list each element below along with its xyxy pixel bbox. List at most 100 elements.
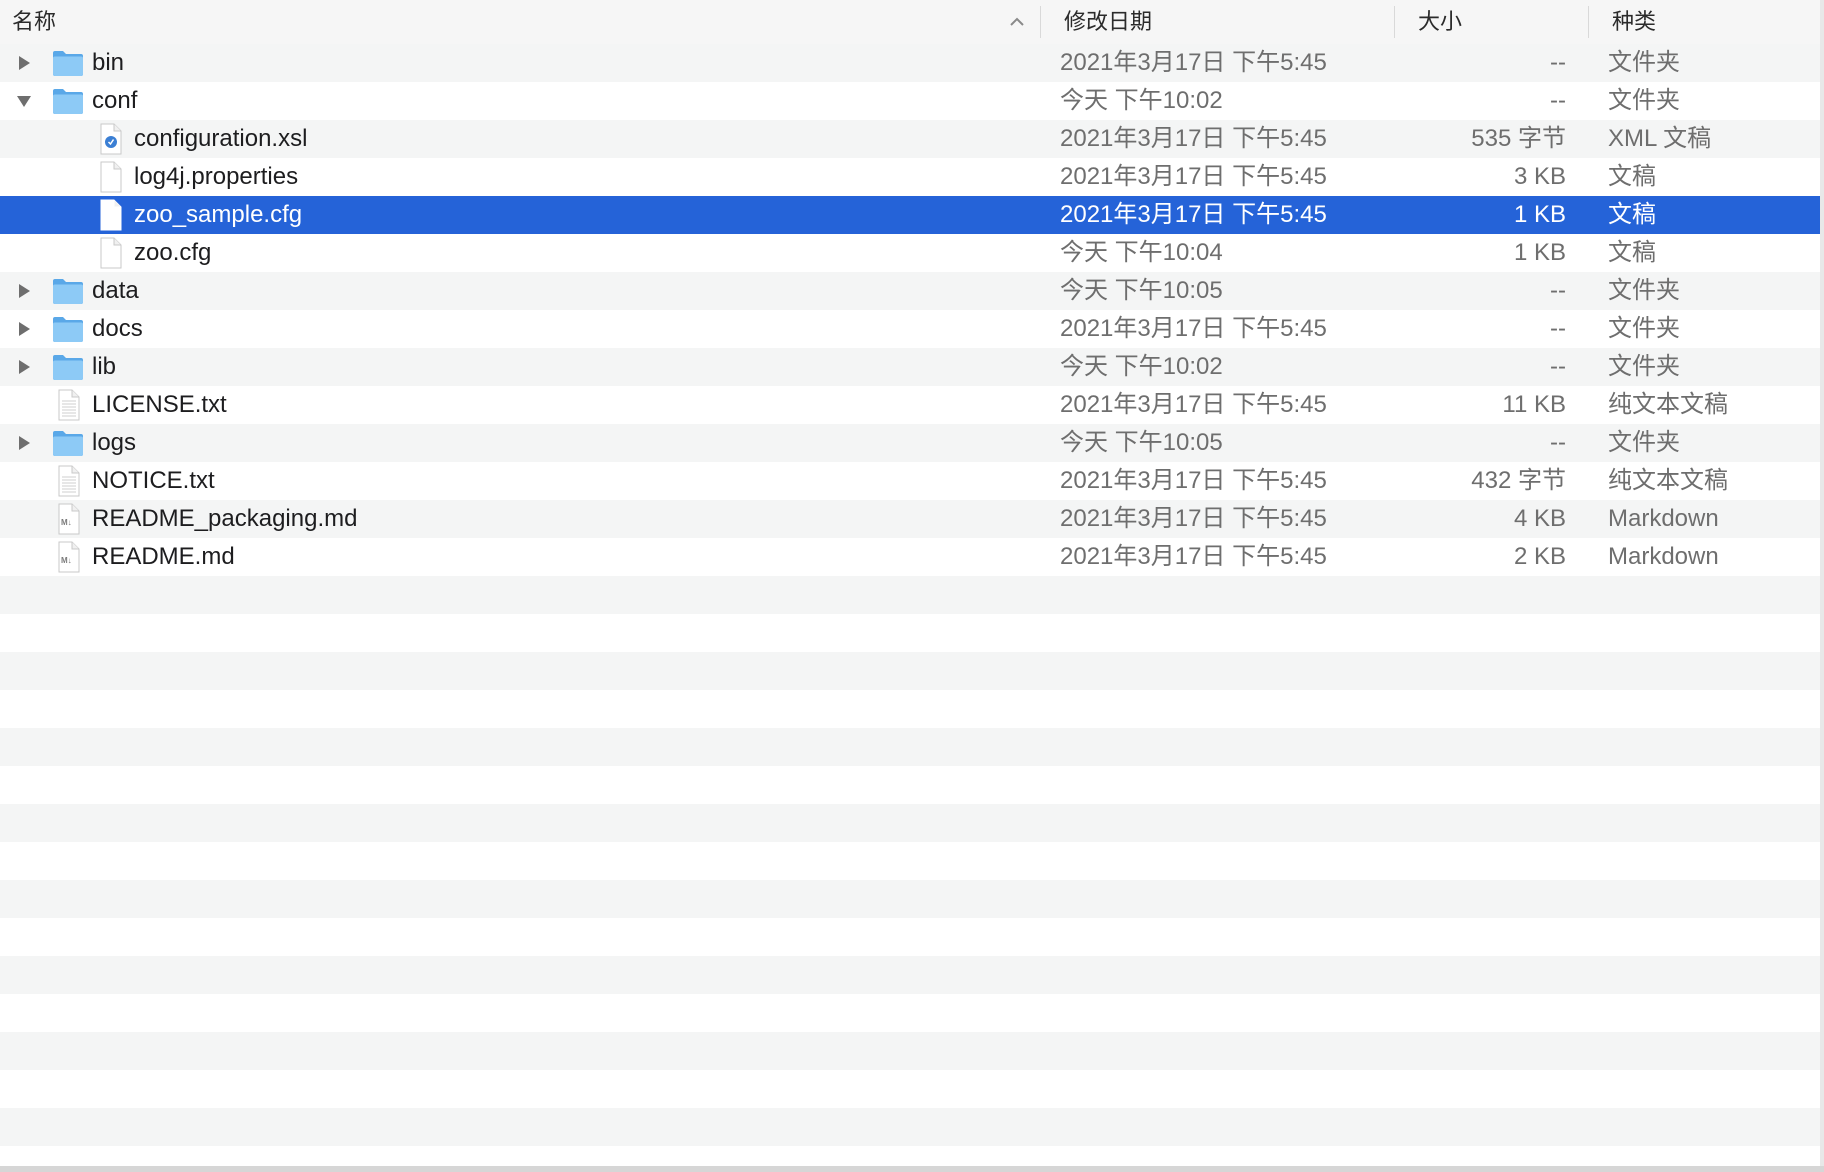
empty-row — [0, 842, 1824, 880]
modified-date: 2021年3月17日 下午5:45 — [1060, 201, 1327, 228]
text-document-icon — [58, 465, 80, 497]
file-size: 535 字节 — [1471, 125, 1566, 152]
markdown-document-icon: M↓ — [58, 541, 80, 573]
file-kind: 文件夹 — [1608, 429, 1680, 456]
file-list: bin 2021年3月17日 下午5:45 -- 文件夹 conf 今天 下午10:02 -… — [0, 44, 1824, 1172]
file-name: LICENSE.txt — [92, 391, 227, 418]
file-kind: XML 文稿 — [1608, 125, 1712, 152]
file-kind: 文稿 — [1608, 239, 1656, 266]
file-size: -- — [1550, 353, 1566, 380]
file-size: -- — [1550, 49, 1566, 76]
folder-row[interactable]: bin 2021年3月17日 下午5:45 -- 文件夹 — [0, 44, 1824, 82]
file-size: -- — [1550, 87, 1566, 114]
document-icon — [100, 237, 122, 269]
file-kind: 文件夹 — [1608, 315, 1680, 342]
file-row[interactable]: LICENSE.txt 2021年3月17日 下午5:45 11 KB 纯文本文稿 — [0, 386, 1824, 424]
file-name: lib — [92, 353, 117, 380]
empty-row — [0, 1108, 1824, 1146]
modified-date: 2021年3月17日 下午5:45 — [1060, 505, 1327, 532]
svg-text:M↓: M↓ — [61, 518, 72, 527]
finder-list-view: 名称 修改日期 大小 种类 bin 2021年3月17日 下午5:45 -- 文件夹 c… — [0, 0, 1824, 1172]
folder-icon — [53, 355, 83, 380]
column-divider[interactable] — [1394, 6, 1395, 38]
xml-document-icon — [100, 123, 122, 155]
disclosure-collapsed-icon[interactable] — [16, 435, 32, 451]
file-kind: 文件夹 — [1608, 87, 1680, 114]
file-kind: Markdown — [1608, 505, 1719, 532]
column-header-bar: 名称 修改日期 大小 种类 — [0, 0, 1824, 45]
status-bar — [0, 1166, 1824, 1172]
file-row[interactable]: zoo_sample.cfg 2021年3月17日 下午5:45 1 KB 文稿 — [0, 196, 1824, 234]
file-row[interactable]: NOTICE.txt 2021年3月17日 下午5:45 432 字节 纯文本文稿 — [0, 462, 1824, 500]
folder-icon — [53, 279, 83, 304]
sort-ascending-icon[interactable] — [1006, 11, 1028, 33]
folder-row[interactable]: conf 今天 下午10:02 -- 文件夹 — [0, 82, 1824, 120]
markdown-document-icon: M↓ — [58, 503, 80, 535]
modified-date: 2021年3月17日 下午5:45 — [1060, 163, 1327, 190]
folder-row[interactable]: logs 今天 下午10:05 -- 文件夹 — [0, 424, 1824, 462]
folder-icon — [53, 89, 83, 114]
file-kind: Markdown — [1608, 543, 1719, 570]
file-row[interactable]: log4j.properties 2021年3月17日 下午5:45 3 KB 文稿 — [0, 158, 1824, 196]
disclosure-expanded-icon[interactable] — [16, 93, 32, 109]
empty-row — [0, 614, 1824, 652]
column-divider[interactable] — [1040, 6, 1041, 38]
disclosure-collapsed-icon[interactable] — [16, 359, 32, 375]
file-size: 4 KB — [1513, 505, 1566, 532]
file-name: logs — [92, 429, 137, 456]
disclosure-collapsed-icon[interactable] — [16, 321, 32, 337]
file-size: 11 KB — [1502, 391, 1566, 418]
empty-row — [0, 1032, 1824, 1070]
modified-date: 今天 下午10:02 — [1060, 87, 1223, 114]
file-kind: 文件夹 — [1608, 277, 1680, 304]
file-kind: 文件夹 — [1608, 353, 1680, 380]
file-name: log4j.properties — [134, 163, 299, 190]
file-row[interactable]: M↓ README.md 2021年3月17日 下午5:45 2 KB Markdown — [0, 538, 1824, 576]
empty-row — [0, 766, 1824, 804]
file-name: data — [92, 277, 139, 304]
file-name: NOTICE.txt — [92, 467, 215, 494]
file-size: 2 KB — [1513, 543, 1566, 570]
empty-row — [0, 918, 1824, 956]
modified-date: 2021年3月17日 下午5:45 — [1060, 125, 1327, 152]
folder-row[interactable]: lib 今天 下午10:02 -- 文件夹 — [0, 348, 1824, 386]
file-row[interactable]: zoo.cfg 今天 下午10:04 1 KB 文稿 — [0, 234, 1824, 272]
column-header-name[interactable]: 名称 — [12, 0, 56, 44]
text-document-icon — [58, 389, 80, 421]
folder-row[interactable]: docs 2021年3月17日 下午5:45 -- 文件夹 — [0, 310, 1824, 348]
window-edge — [1820, 0, 1824, 1172]
file-kind: 文稿 — [1608, 163, 1656, 190]
file-name: bin — [92, 49, 125, 76]
file-size: -- — [1550, 429, 1566, 456]
file-size: 432 字节 — [1471, 467, 1566, 494]
folder-row[interactable]: data 今天 下午10:05 -- 文件夹 — [0, 272, 1824, 310]
column-header-size[interactable]: 大小 — [1418, 0, 1462, 44]
file-kind: 文件夹 — [1608, 49, 1680, 76]
file-name: configuration.xsl — [134, 125, 308, 152]
file-name: README_packaging.md — [92, 505, 358, 532]
column-header-date[interactable]: 修改日期 — [1064, 0, 1152, 44]
file-row[interactable]: M↓ README_packaging.md 2021年3月17日 下午5:45 4 … — [0, 500, 1824, 538]
svg-text:M↓: M↓ — [61, 556, 72, 565]
file-name: conf — [92, 87, 138, 114]
disclosure-collapsed-icon[interactable] — [16, 55, 32, 71]
empty-row — [0, 804, 1824, 842]
folder-icon — [53, 431, 83, 456]
disclosure-collapsed-icon[interactable] — [16, 283, 32, 299]
modified-date: 2021年3月17日 下午5:45 — [1060, 467, 1327, 494]
empty-row — [0, 576, 1824, 614]
empty-row — [0, 728, 1824, 766]
file-size: 3 KB — [1513, 163, 1566, 190]
modified-date: 2021年3月17日 下午5:45 — [1060, 49, 1327, 76]
empty-row — [0, 880, 1824, 918]
column-divider[interactable] — [1588, 6, 1589, 38]
file-name: zoo.cfg — [134, 239, 212, 266]
file-kind: 文稿 — [1608, 201, 1656, 228]
document-icon — [100, 199, 122, 231]
modified-date: 今天 下午10:02 — [1060, 353, 1223, 380]
file-name: zoo_sample.cfg — [134, 201, 303, 228]
empty-row — [0, 956, 1824, 994]
file-row[interactable]: configuration.xsl 2021年3月17日 下午5:45 535 字节… — [0, 120, 1824, 158]
column-header-kind[interactable]: 种类 — [1612, 0, 1656, 44]
modified-date: 今天 下午10:05 — [1060, 277, 1223, 304]
